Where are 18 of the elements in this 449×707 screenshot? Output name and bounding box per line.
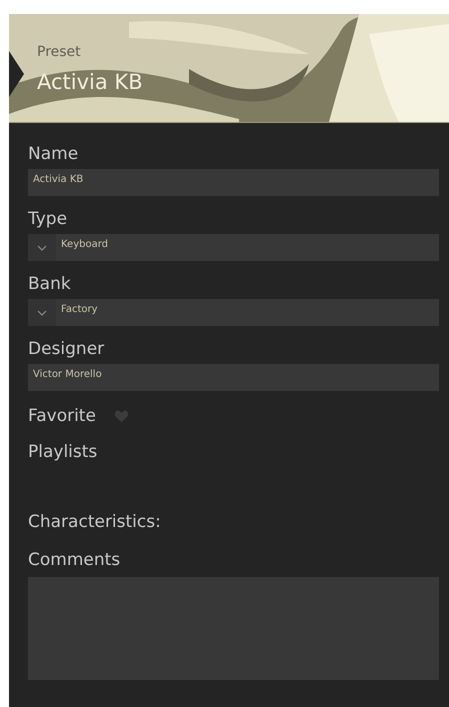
preset-title: Activia KB bbox=[37, 70, 143, 94]
field-label: Designer bbox=[28, 338, 104, 360]
field-label: Type bbox=[28, 208, 68, 230]
characteristics-label: Characteristics: bbox=[28, 511, 161, 533]
dropdown[interactable]: Keyboard bbox=[28, 234, 439, 261]
favorite-label: Favorite bbox=[28, 405, 96, 427]
heart-icon[interactable] bbox=[114, 410, 129, 422]
field-label: Bank bbox=[28, 273, 71, 295]
chevron-down-icon bbox=[37, 310, 47, 316]
comments-label: Comments bbox=[28, 549, 120, 571]
chevron-down-icon bbox=[37, 244, 47, 250]
arrow-marker bbox=[9, 51, 24, 97]
input-field[interactable]: Victor Morello bbox=[28, 364, 439, 391]
playlists-label: Playlists bbox=[28, 441, 98, 463]
header-caption: Preset bbox=[37, 44, 81, 60]
field-label: Name bbox=[28, 143, 78, 165]
dropdown[interactable]: Factory bbox=[28, 299, 439, 326]
input-field[interactable]: Activia KB bbox=[28, 169, 439, 196]
